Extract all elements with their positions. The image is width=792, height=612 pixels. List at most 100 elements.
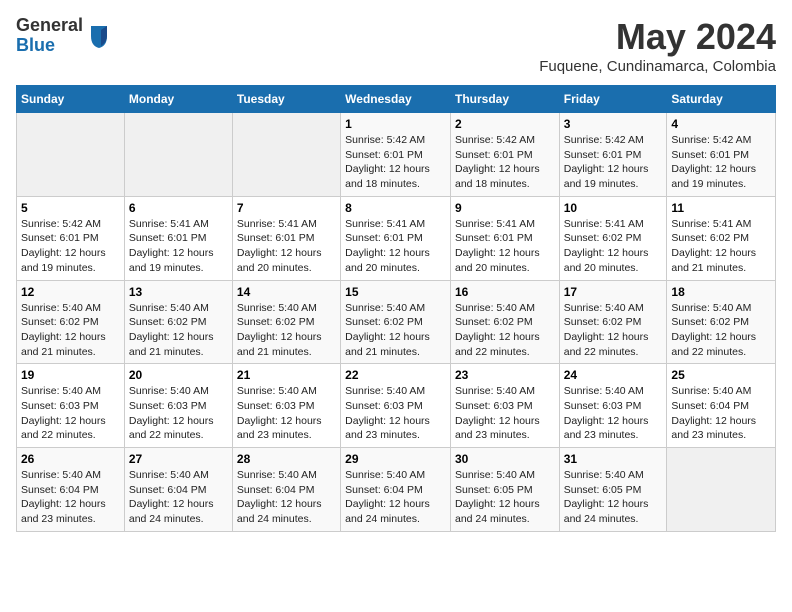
day-number: 11 — [671, 201, 771, 215]
header-sunday: Sunday — [17, 86, 125, 113]
calendar-cell: 7 Sunrise: 5:41 AM Sunset: 6:01 PM Daylig… — [232, 196, 340, 280]
day-number: 30 — [455, 452, 555, 466]
day-number: 5 — [21, 201, 120, 215]
day-info: Sunrise: 5:42 AM Sunset: 6:01 PM Dayligh… — [21, 217, 120, 276]
header-wednesday: Wednesday — [341, 86, 451, 113]
day-number: 31 — [564, 452, 663, 466]
calendar-cell: 18 Sunrise: 5:40 AM Sunset: 6:02 PM Dayli… — [667, 280, 776, 364]
day-number: 13 — [129, 285, 228, 299]
day-number: 7 — [237, 201, 336, 215]
day-number: 24 — [564, 368, 663, 382]
day-info: Sunrise: 5:40 AM Sunset: 6:02 PM Dayligh… — [21, 301, 120, 360]
day-info: Sunrise: 5:40 AM Sunset: 6:03 PM Dayligh… — [21, 384, 120, 443]
day-number: 25 — [671, 368, 771, 382]
day-info: Sunrise: 5:40 AM Sunset: 6:05 PM Dayligh… — [455, 468, 555, 527]
calendar-week-3: 12 Sunrise: 5:40 AM Sunset: 6:02 PM Dayli… — [17, 280, 776, 364]
calendar-cell: 11 Sunrise: 5:41 AM Sunset: 6:02 PM Dayli… — [667, 196, 776, 280]
calendar-cell — [232, 113, 340, 197]
day-info: Sunrise: 5:41 AM Sunset: 6:02 PM Dayligh… — [564, 217, 663, 276]
day-info: Sunrise: 5:41 AM Sunset: 6:01 PM Dayligh… — [455, 217, 555, 276]
logo-icon — [87, 22, 111, 50]
logo-text: General Blue — [16, 16, 83, 56]
calendar-cell: 1 Sunrise: 5:42 AM Sunset: 6:01 PM Daylig… — [341, 113, 451, 197]
calendar-week-2: 5 Sunrise: 5:42 AM Sunset: 6:01 PM Daylig… — [17, 196, 776, 280]
day-number: 10 — [564, 201, 663, 215]
day-number: 1 — [345, 117, 446, 131]
calendar-cell: 24 Sunrise: 5:40 AM Sunset: 6:03 PM Dayli… — [559, 364, 667, 448]
day-info: Sunrise: 5:40 AM Sunset: 6:04 PM Dayligh… — [21, 468, 120, 527]
calendar-cell: 8 Sunrise: 5:41 AM Sunset: 6:01 PM Daylig… — [341, 196, 451, 280]
day-number: 18 — [671, 285, 771, 299]
title-block: May 2024 Fuquene, Cundinamarca, Colombia — [539, 16, 776, 75]
header-friday: Friday — [559, 86, 667, 113]
day-info: Sunrise: 5:40 AM Sunset: 6:03 PM Dayligh… — [564, 384, 663, 443]
calendar-header-row: SundayMondayTuesdayWednesdayThursdayFrid… — [17, 86, 776, 113]
day-number: 23 — [455, 368, 555, 382]
day-info: Sunrise: 5:41 AM Sunset: 6:01 PM Dayligh… — [237, 217, 336, 276]
day-info: Sunrise: 5:42 AM Sunset: 6:01 PM Dayligh… — [671, 133, 771, 192]
calendar-cell: 4Sunrise: 5:42 AM Sunset: 6:01 PM Daylig… — [667, 113, 776, 197]
day-info: Sunrise: 5:40 AM Sunset: 6:03 PM Dayligh… — [237, 384, 336, 443]
day-info: Sunrise: 5:40 AM Sunset: 6:04 PM Dayligh… — [129, 468, 228, 527]
day-number: 9 — [455, 201, 555, 215]
day-info: Sunrise: 5:40 AM Sunset: 6:02 PM Dayligh… — [455, 301, 555, 360]
day-info: Sunrise: 5:42 AM Sunset: 6:01 PM Dayligh… — [455, 133, 555, 192]
calendar-cell — [667, 448, 776, 532]
day-number: 20 — [129, 368, 228, 382]
day-info: Sunrise: 5:40 AM Sunset: 6:02 PM Dayligh… — [345, 301, 446, 360]
day-info: Sunrise: 5:42 AM Sunset: 6:01 PM Dayligh… — [564, 133, 663, 192]
header-tuesday: Tuesday — [232, 86, 340, 113]
calendar-cell: 3 Sunrise: 5:42 AM Sunset: 6:01 PM Daylig… — [559, 113, 667, 197]
day-info: Sunrise: 5:40 AM Sunset: 6:03 PM Dayligh… — [129, 384, 228, 443]
day-number: 3 — [564, 117, 663, 131]
day-info: Sunrise: 5:40 AM Sunset: 6:04 PM Dayligh… — [345, 468, 446, 527]
day-number: 17 — [564, 285, 663, 299]
calendar-cell: 19 Sunrise: 5:40 AM Sunset: 6:03 PM Dayli… — [17, 364, 125, 448]
calendar-cell: 25Sunrise: 5:40 AM Sunset: 6:04 PM Dayli… — [667, 364, 776, 448]
calendar-cell: 21 Sunrise: 5:40 AM Sunset: 6:03 PM Dayli… — [232, 364, 340, 448]
calendar-cell: 20 Sunrise: 5:40 AM Sunset: 6:03 PM Dayli… — [124, 364, 232, 448]
day-number: 29 — [345, 452, 446, 466]
header-saturday: Saturday — [667, 86, 776, 113]
calendar-cell — [17, 113, 125, 197]
day-number: 16 — [455, 285, 555, 299]
page-header: General Blue May 2024 Fuquene, Cundinama… — [16, 16, 776, 75]
day-info: Sunrise: 5:40 AM Sunset: 6:02 PM Dayligh… — [237, 301, 336, 360]
location: Fuquene, Cundinamarca, Colombia — [539, 58, 776, 75]
day-number: 21 — [237, 368, 336, 382]
day-number: 19 — [21, 368, 120, 382]
day-number: 28 — [237, 452, 336, 466]
logo-blue: Blue — [16, 36, 83, 56]
header-thursday: Thursday — [450, 86, 559, 113]
calendar-cell: 26Sunrise: 5:40 AM Sunset: 6:04 PM Dayli… — [17, 448, 125, 532]
calendar-cell: 31 Sunrise: 5:40 AM Sunset: 6:05 PM Dayli… — [559, 448, 667, 532]
logo-general: General — [16, 16, 83, 36]
day-info: Sunrise: 5:40 AM Sunset: 6:02 PM Dayligh… — [564, 301, 663, 360]
day-number: 8 — [345, 201, 446, 215]
day-info: Sunrise: 5:40 AM Sunset: 6:03 PM Dayligh… — [345, 384, 446, 443]
day-info: Sunrise: 5:42 AM Sunset: 6:01 PM Dayligh… — [345, 133, 446, 192]
calendar-cell: 14 Sunrise: 5:40 AM Sunset: 6:02 PM Dayli… — [232, 280, 340, 364]
day-info: Sunrise: 5:41 AM Sunset: 6:02 PM Dayligh… — [671, 217, 771, 276]
calendar-cell — [124, 113, 232, 197]
calendar-table: SundayMondayTuesdayWednesdayThursdayFrid… — [16, 85, 776, 532]
calendar-cell: 6Sunrise: 5:41 AM Sunset: 6:01 PM Daylig… — [124, 196, 232, 280]
calendar-cell: 28Sunrise: 5:40 AM Sunset: 6:04 PM Dayli… — [232, 448, 340, 532]
day-number: 14 — [237, 285, 336, 299]
day-number: 2 — [455, 117, 555, 131]
calendar-cell: 2 Sunrise: 5:42 AM Sunset: 6:01 PM Daylig… — [450, 113, 559, 197]
day-info: Sunrise: 5:41 AM Sunset: 6:01 PM Dayligh… — [129, 217, 228, 276]
calendar-cell: 16 Sunrise: 5:40 AM Sunset: 6:02 PM Dayli… — [450, 280, 559, 364]
calendar-cell: 22Sunrise: 5:40 AM Sunset: 6:03 PM Dayli… — [341, 364, 451, 448]
day-info: Sunrise: 5:40 AM Sunset: 6:05 PM Dayligh… — [564, 468, 663, 527]
calendar-cell: 30 Sunrise: 5:40 AM Sunset: 6:05 PM Dayli… — [450, 448, 559, 532]
day-info: Sunrise: 5:41 AM Sunset: 6:01 PM Dayligh… — [345, 217, 446, 276]
day-info: Sunrise: 5:40 AM Sunset: 6:02 PM Dayligh… — [671, 301, 771, 360]
day-number: 12 — [21, 285, 120, 299]
calendar-cell: 27Sunrise: 5:40 AM Sunset: 6:04 PM Dayli… — [124, 448, 232, 532]
day-info: Sunrise: 5:40 AM Sunset: 6:03 PM Dayligh… — [455, 384, 555, 443]
calendar-cell: 17 Sunrise: 5:40 AM Sunset: 6:02 PM Dayli… — [559, 280, 667, 364]
day-number: 15 — [345, 285, 446, 299]
calendar-week-1: 1 Sunrise: 5:42 AM Sunset: 6:01 PM Daylig… — [17, 113, 776, 197]
calendar-cell: 13Sunrise: 5:40 AM Sunset: 6:02 PM Dayli… — [124, 280, 232, 364]
